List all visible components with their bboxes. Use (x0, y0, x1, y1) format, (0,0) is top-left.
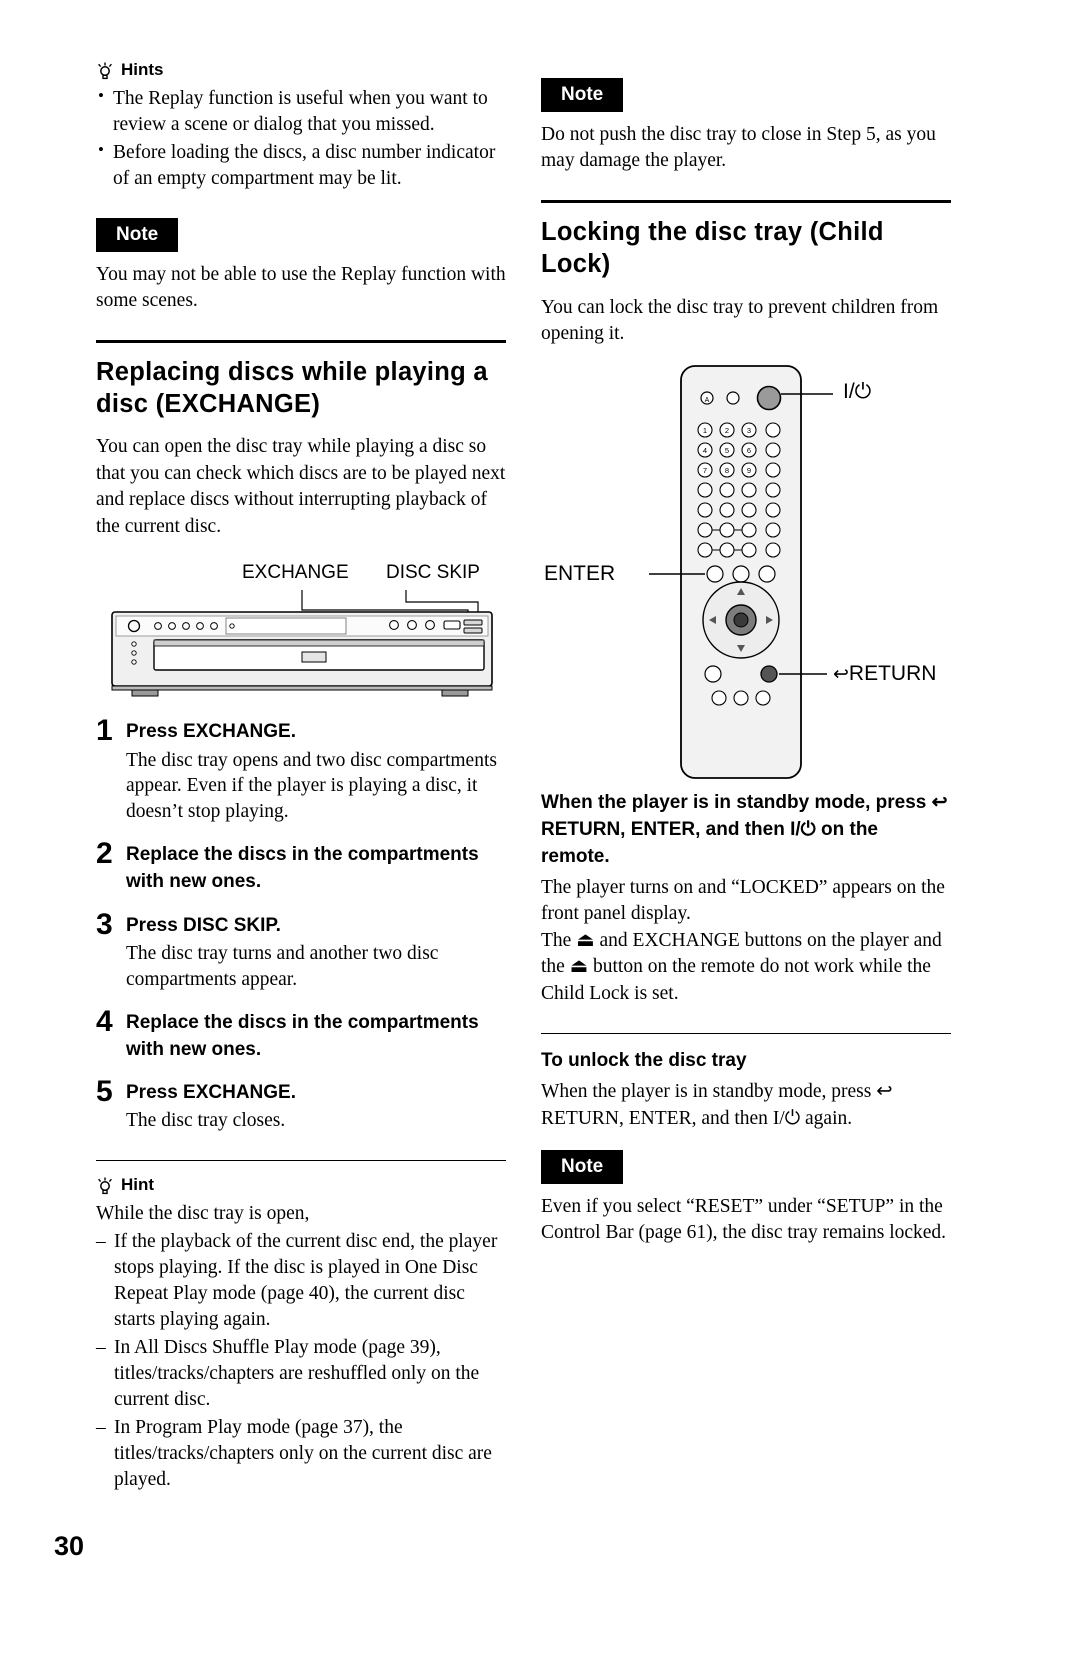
hints-heading-label: Hints (121, 60, 164, 79)
eject-icon: ⏏ (576, 929, 595, 951)
note-body-bottom: Even if you select “RESET” under “SETUP”… (541, 1196, 947, 1244)
svg-text:7: 7 (703, 466, 707, 475)
hint-dash-list: If the playback of the current disc end,… (96, 1229, 506, 1492)
unlock-body-a: When the player is in standby mode, pres… (541, 1081, 872, 1103)
standby-body-1: The player turns on and “LOCKED” appears… (541, 876, 945, 925)
remote-label-power: I/⏻ (843, 380, 871, 404)
standby-heading-line1: When the player is in standby mode, pres… (541, 791, 927, 813)
unlock-body-keys: RETURN, ENTER, and then (541, 1107, 768, 1129)
list-item: In All Discs Shuffle Play mode (page 39)… (96, 1335, 506, 1413)
lightbulb-icon (96, 1175, 114, 1195)
standby-body-2-c: button on the remote do not work while t… (541, 956, 931, 1004)
step-title: Press EXCHANGE. (126, 721, 297, 743)
power-icon: I/⏻ (790, 818, 816, 840)
hint-heading: Hint (96, 1175, 506, 1195)
step-1: 1 Press EXCHANGE. The disc tray opens an… (96, 714, 506, 825)
step-number: 2 (96, 837, 113, 871)
step-4: 4 Replace the discs in the compartments … (96, 1004, 506, 1063)
standby-heading-keys: RETURN, ENTER, and then (541, 818, 785, 840)
unlock-heading: To unlock the disc tray (541, 1050, 747, 1072)
lightbulb-icon (96, 60, 114, 80)
section-title-exchange: Replacing discs while playing a disc (EX… (96, 357, 488, 418)
standby-body-2-a: The (541, 929, 572, 951)
hint-divider (96, 1159, 506, 1161)
svg-text:2: 2 (725, 426, 729, 435)
svg-text:8: 8 (725, 466, 729, 475)
step-number: 5 (96, 1074, 113, 1108)
return-arrow-icon: ↩ (876, 1081, 893, 1103)
remote-control-figure: A 1 2 3 4 5 6 7 8 9 I/⏻ ENTER ↩RETURN (541, 362, 951, 782)
list-item: If the playback of the current disc end,… (96, 1229, 506, 1333)
step-number: 3 (96, 907, 113, 941)
standby-symbol: ⏻ (854, 379, 872, 403)
svg-text:9: 9 (747, 466, 751, 475)
hint-heading-label: Hint (121, 1174, 155, 1194)
remote-label-return: ↩RETURN (833, 662, 936, 686)
note-badge-bottom: Note (541, 1150, 624, 1185)
step-description: The disc tray closes. (126, 1110, 286, 1132)
section-intro-child-lock: You can lock the disc tray to prevent ch… (541, 296, 939, 345)
unlock-divider (541, 1033, 951, 1035)
note-body-top: Do not push the disc tray to close in St… (541, 124, 936, 171)
step-3: 3 Press DISC SKIP. The disc tray turns a… (96, 907, 506, 993)
list-item: The Replay function is useful when you w… (96, 85, 506, 138)
step-number: 4 (96, 1004, 113, 1038)
note-badge: Note (96, 217, 179, 252)
step-5: 5 Press EXCHANGE. The disc tray closes. (96, 1074, 506, 1134)
list-item: In Program Play mode (page 37), the titl… (96, 1415, 506, 1493)
step-description: The disc tray turns and another two disc… (126, 942, 439, 990)
standby-heading: When the player is in standby mode, pres… (541, 790, 951, 871)
power-icon: I/ (843, 379, 855, 403)
step-title: Press DISC SKIP. (126, 914, 281, 936)
step-title: Replace the discs in the compartments wi… (126, 844, 479, 893)
list-item: Before loading the discs, a disc number … (96, 139, 506, 192)
page-number: 30 (54, 1531, 85, 1561)
svg-text:5: 5 (725, 446, 729, 455)
manual-page: Hints The Replay function is useful when… (0, 0, 1080, 1677)
note-badge-top: Note (541, 78, 624, 112)
svg-text:A: A (705, 397, 710, 404)
unlock-body-tail: again. (805, 1107, 853, 1129)
step-title: Replace the discs in the compartments wi… (126, 1011, 479, 1060)
figure-label-exchange: EXCHANGE (242, 562, 349, 584)
remote-label-enter: ENTER (544, 561, 616, 585)
section-intro-exchange: You can open the disc tray while playing… (96, 436, 506, 537)
power-icon: I/⏻ (772, 1107, 801, 1129)
eject-icon-filled: ⏏ (569, 956, 589, 978)
step-description: The disc tray opens and two disc compart… (126, 749, 497, 823)
section-divider (541, 199, 951, 203)
return-label-text: RETURN (848, 661, 937, 685)
hints-list: The Replay function is useful when you w… (96, 85, 506, 192)
return-arrow-icon: ↩ (833, 663, 849, 685)
right-column: Note Do not push the disc tray to close … (541, 78, 951, 1246)
hint-intro: While the disc tray is open, (96, 1202, 310, 1224)
front-panel-illustration (111, 590, 493, 697)
svg-text:4: 4 (703, 446, 707, 455)
note-body: You may not be able to use the Replay fu… (96, 263, 506, 311)
step-title: Press EXCHANGE. (126, 1081, 297, 1103)
svg-text:3: 3 (747, 426, 751, 435)
return-arrow-icon: ↩ (931, 791, 948, 813)
figure-label-disc-skip: DISC SKIP (386, 562, 480, 584)
hints-heading: Hints (96, 60, 506, 80)
section-divider (96, 339, 506, 343)
section-title-child-lock: Locking the disc tray (Child Lock) (541, 217, 884, 279)
front-panel-figure: EXCHANGE DISC SKIP (96, 562, 506, 702)
svg-text:1: 1 (703, 426, 707, 435)
step-number: 1 (96, 714, 113, 748)
standby-body-2: The ⏏ and EXCHANGE buttons on the player… (541, 928, 951, 1008)
step-2: 2 Replace the discs in the compartments … (96, 837, 506, 895)
left-column: Hints The Replay function is useful when… (96, 60, 506, 1495)
svg-text:6: 6 (747, 446, 751, 455)
unlock-body: When the player is in standby mode, pres… (541, 1079, 951, 1132)
